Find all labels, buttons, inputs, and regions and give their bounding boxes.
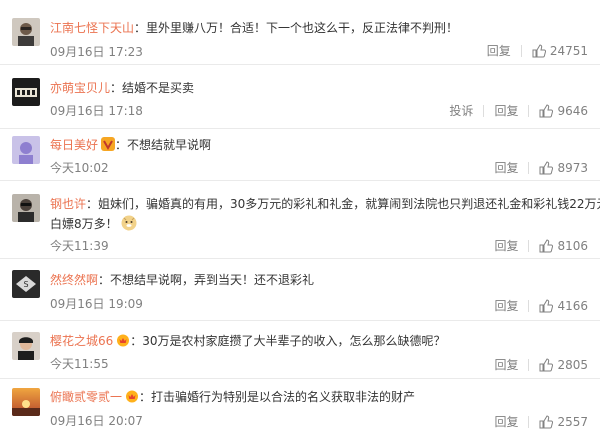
avatar[interactable] xyxy=(12,18,40,46)
reply-button[interactable]: 回复 xyxy=(494,159,518,176)
thumbs-up-icon[interactable] xyxy=(539,414,554,429)
divider xyxy=(528,358,530,371)
comment-text: ：姐妹们，骗婚真的有用，30多万元的彩礼和礼金，就算闹到法院也只判退还礼金和彩礼… xyxy=(86,197,600,211)
divider xyxy=(528,299,530,312)
avatar[interactable] xyxy=(12,388,40,416)
like-count: 8106 xyxy=(557,238,588,253)
divider xyxy=(483,104,485,117)
username-link[interactable]: 樱花之城66 xyxy=(50,334,113,348)
comment-time: 09月16日 20:07 xyxy=(50,414,143,428)
like-count: 8973 xyxy=(557,160,588,175)
divider xyxy=(520,44,522,57)
comment-item: 樱花之城66 ：30万是农村家庭攒了大半辈子的收入，怎么那么缺德呢？ 今天11:5… xyxy=(0,320,600,379)
divider xyxy=(528,161,530,174)
avatar[interactable] xyxy=(12,78,40,106)
comment-item: 亦萌宝贝儿：结婚不是买卖 09月16日 17:18 投诉 回复 9646 xyxy=(0,64,600,129)
thumbs-up-icon[interactable] xyxy=(539,298,554,313)
like-count: 4166 xyxy=(557,298,588,313)
comment-text: ：打击骗婚行为特别是以合法的名义获取非法的财产 xyxy=(139,390,416,404)
like-count: 2557 xyxy=(557,414,588,429)
comment-text: ：不想结早说啊，弄到当天！还不退彩礼 xyxy=(98,273,315,287)
reply-button[interactable]: 回复 xyxy=(494,102,518,119)
comment-item: 江南七怪下天山：里外里赚八万！合适！下一个也这么干，反正法律不判刑！ 09月16… xyxy=(0,8,600,65)
crown-badge-icon xyxy=(116,333,130,347)
comment-text: ：结婚不是买卖 xyxy=(110,81,195,95)
comment-time: 09月16日 17:18 xyxy=(50,104,143,118)
avatar[interactable] xyxy=(12,194,40,222)
comment-item: 钢也许：姐妹们，骗婚真的有用，30多万元的彩礼和礼金，就算闹到法院也只判退还礼金… xyxy=(0,180,600,259)
thumbs-up-icon[interactable] xyxy=(532,43,546,58)
comment-time: 09月16日 17:23 xyxy=(50,45,143,59)
v-badge-icon xyxy=(101,137,116,151)
clipped-previous-comment xyxy=(0,0,600,8)
reply-button[interactable]: 回复 xyxy=(494,297,518,314)
comment-time: 今天11:39 xyxy=(50,239,109,253)
username-link[interactable]: 每日美好 xyxy=(50,138,98,152)
divider xyxy=(528,104,530,117)
thumbs-up-icon[interactable] xyxy=(539,103,554,118)
comment-text: ：里外里赚八万！合适！下一个也这么干，反正法律不判刑！ xyxy=(134,21,459,35)
comment-time: 今天10:02 xyxy=(50,161,109,175)
like-count: 2805 xyxy=(557,357,588,372)
thumbs-up-icon[interactable] xyxy=(539,238,554,253)
username-link[interactable]: 钢也许 xyxy=(50,197,86,211)
avatar[interactable] xyxy=(12,136,40,164)
doge-emoji-icon xyxy=(121,215,137,231)
avatar[interactable] xyxy=(12,332,40,360)
comment-time: 今天11:55 xyxy=(50,357,109,371)
username-link[interactable]: 俯瞰贰零贰一 xyxy=(50,390,122,404)
username-link[interactable]: 然终然啊 xyxy=(50,273,98,287)
comment-text-continued: 白嫖8万多！ xyxy=(50,217,118,231)
reply-button[interactable]: 回复 xyxy=(494,237,518,254)
divider xyxy=(528,415,530,428)
comment-text: ：30万是农村家庭攒了大半辈子的收入，怎么那么缺德呢？ xyxy=(130,334,446,348)
reply-button[interactable]: 回复 xyxy=(494,356,518,373)
svg-text:S: S xyxy=(23,280,28,289)
crown-badge-icon xyxy=(125,389,139,403)
reply-button[interactable]: 回复 xyxy=(494,413,518,430)
comment-text: ：不想结就早说啊 xyxy=(115,138,212,152)
thumbs-up-icon[interactable] xyxy=(539,160,554,175)
comment-item: S 然终然啊：不想结早说啊，弄到当天！还不退彩礼 09月16日 19:09 回复… xyxy=(0,258,600,321)
comment-item: 俯瞰贰零贰一 ：打击骗婚行为特别是以合法的名义获取非法的财产 09月16日 20:… xyxy=(0,378,600,432)
comment-time: 09月16日 19:09 xyxy=(50,297,143,311)
thumbs-up-icon[interactable] xyxy=(539,357,554,372)
divider xyxy=(528,239,530,252)
reply-button[interactable]: 回复 xyxy=(487,42,511,59)
report-button[interactable]: 投诉 xyxy=(449,102,473,119)
username-link[interactable]: 江南七怪下天山 xyxy=(50,21,134,35)
comment-item: 每日美好 ：不想结就早说啊 今天10:02 回复 8973 xyxy=(0,128,600,181)
like-count: 24751 xyxy=(549,43,588,58)
avatar[interactable]: S xyxy=(12,270,40,298)
username-link[interactable]: 亦萌宝贝儿 xyxy=(50,81,110,95)
like-count: 9646 xyxy=(557,103,588,118)
